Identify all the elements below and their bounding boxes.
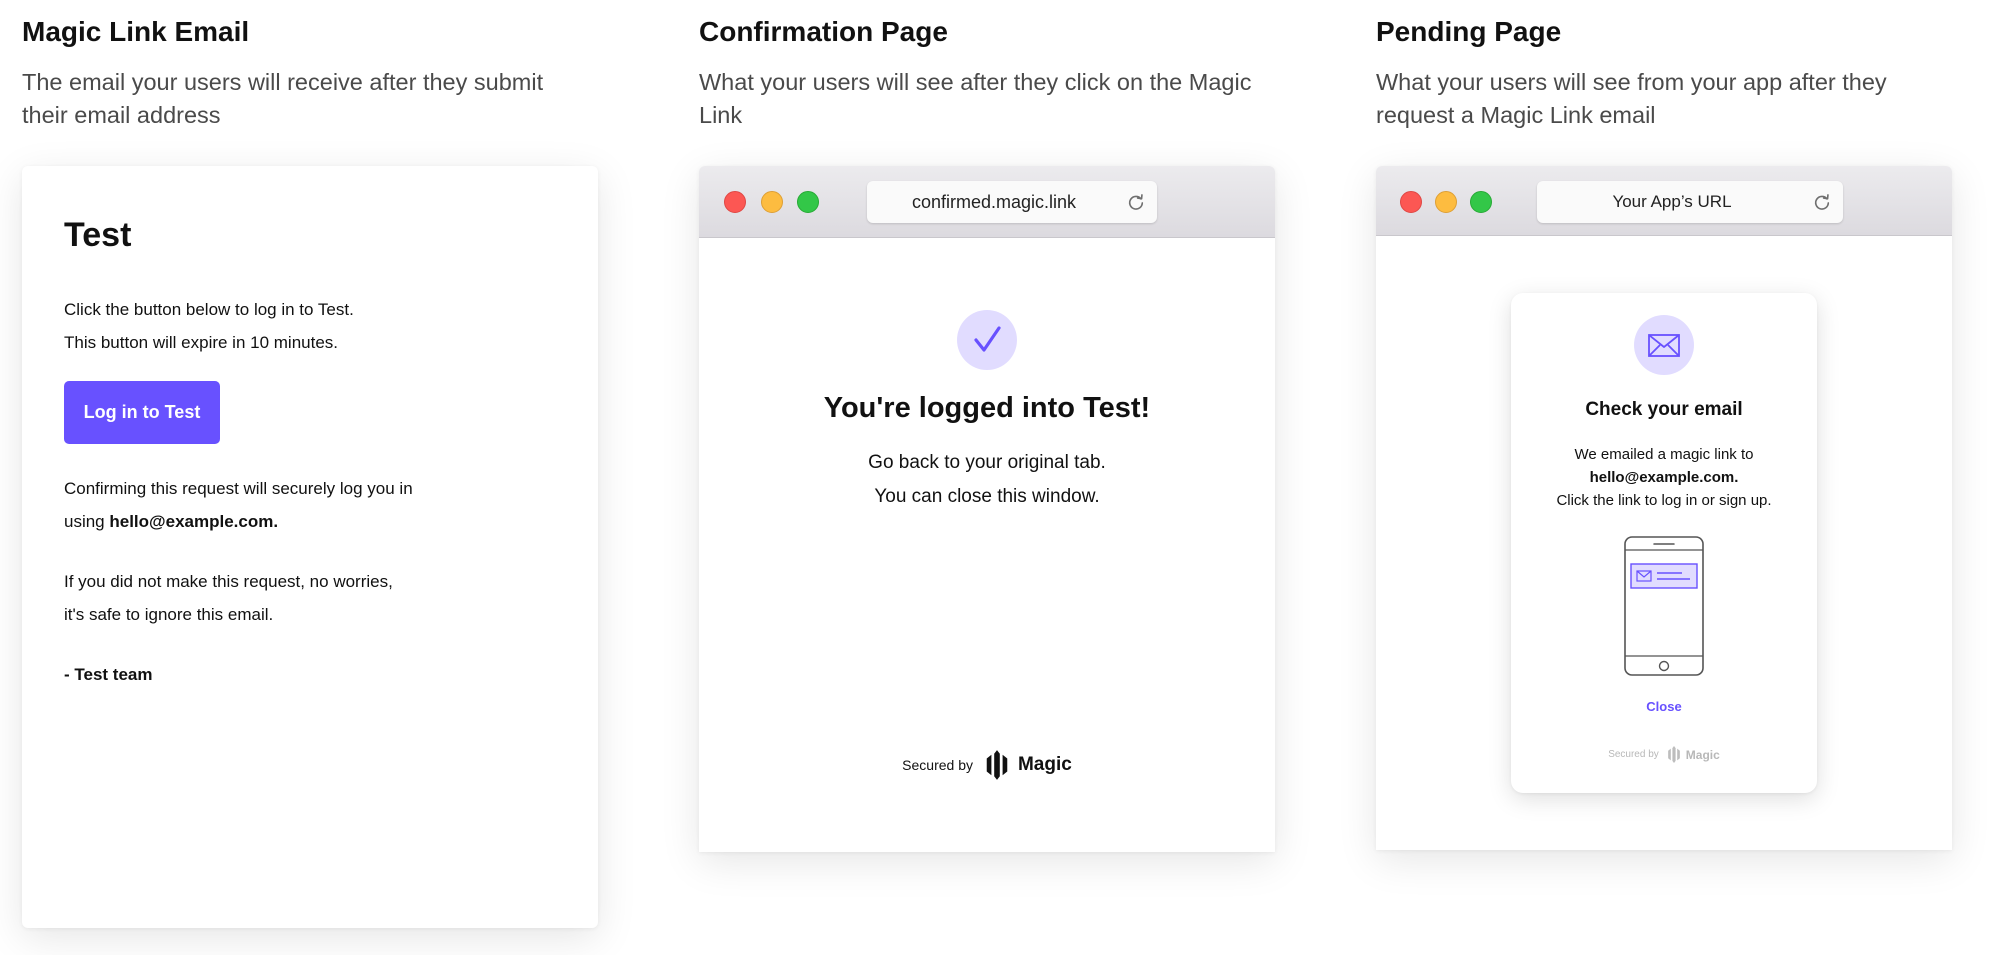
browser-titlebar: confirmed.magic.link xyxy=(699,166,1275,238)
email-preview-card: Test Click the button below to log in to… xyxy=(22,166,598,928)
secured-by-magic: Secured by Magic xyxy=(699,750,1275,780)
magic-brand: Magic xyxy=(1017,754,1072,775)
magic-brand: Magic xyxy=(1685,747,1720,762)
phone-illustration xyxy=(1624,536,1704,676)
confirmation-title: You're logged into Test! xyxy=(823,392,1151,424)
email-line: This button will expire in 10 minutes. xyxy=(64,333,339,352)
success-badge xyxy=(957,310,1017,370)
email-heading: Test xyxy=(64,216,132,254)
email-address: hello@example.com. xyxy=(109,512,279,531)
browser-window: confirmed.magic.link You're logged into … xyxy=(699,166,1275,852)
email-line-prefix: using xyxy=(64,512,110,531)
email-line: using hello@example.com. xyxy=(64,505,278,538)
reload-icon[interactable] xyxy=(1127,193,1145,211)
column-title: Pending Page xyxy=(1376,16,1562,47)
envelope-icon xyxy=(1648,334,1680,357)
modal-line: We emailed a magic link to xyxy=(1574,446,1754,463)
confirmation-line: You can close this window. xyxy=(874,486,1100,507)
column-description: What your users will see from your app a… xyxy=(1376,69,1887,128)
magic-logo-icon xyxy=(1667,746,1680,763)
column-title: Confirmation Page xyxy=(699,16,948,47)
email-line: Confirming this request will securely lo… xyxy=(64,479,413,498)
secured-by-label: Secured by xyxy=(902,757,973,773)
close-window-button[interactable] xyxy=(1400,191,1422,213)
address-bar[interactable]: confirmed.magic.link xyxy=(867,181,1157,223)
email-line: If you did not make this request, no wor… xyxy=(64,572,393,591)
maximize-window-button[interactable] xyxy=(797,191,819,213)
browser-titlebar: Your App’s URL xyxy=(1376,166,1952,236)
reload-icon[interactable] xyxy=(1813,193,1831,211)
magic-logo-icon xyxy=(986,750,1008,780)
address-bar[interactable]: Your App’s URL xyxy=(1537,181,1843,223)
confirmation-line: Go back to your original tab. xyxy=(868,452,1106,473)
modal-title: Check your email xyxy=(1585,399,1743,420)
mail-badge xyxy=(1634,315,1694,375)
login-button[interactable]: Log in to Test xyxy=(64,381,220,444)
check-email-modal: Check your email We emailed a magic link… xyxy=(1511,293,1817,793)
modal-line: Click the link to log in or sign up. xyxy=(1556,492,1772,509)
secured-by-magic: Secured by Magic xyxy=(1511,746,1817,763)
column-title: Magic Link Email xyxy=(22,16,250,47)
email-line: it's safe to ignore this email. xyxy=(64,605,274,624)
maximize-window-button[interactable] xyxy=(1470,191,1492,213)
column-description: The email your users will receive after … xyxy=(22,69,544,128)
secured-by-label: Secured by xyxy=(1608,749,1659,760)
minimize-window-button[interactable] xyxy=(1435,191,1457,213)
browser-window: Your App’s URL Check your email We email… xyxy=(1376,166,1952,850)
check-icon xyxy=(974,326,1001,352)
email-signature: - Test team xyxy=(64,665,153,684)
close-link[interactable]: Close xyxy=(1511,699,1817,714)
minimize-window-button[interactable] xyxy=(761,191,783,213)
close-window-button[interactable] xyxy=(724,191,746,213)
url-text: Your App’s URL xyxy=(1612,192,1732,211)
modal-email: hello@example.com. xyxy=(1589,469,1739,486)
column-description: What your users will see after they clic… xyxy=(699,69,1252,128)
email-line: Click the button below to log in to Test… xyxy=(64,300,354,319)
url-text: confirmed.magic.link xyxy=(911,192,1077,212)
